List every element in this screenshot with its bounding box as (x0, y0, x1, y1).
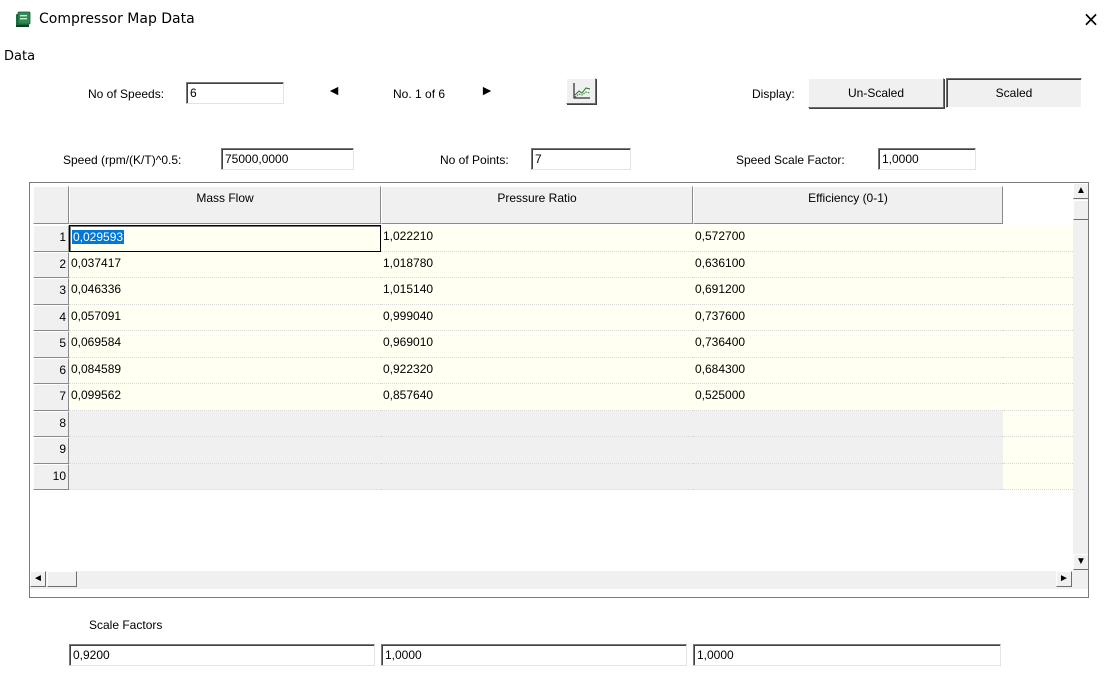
row-header[interactable]: 2 (33, 251, 69, 278)
table-cell[interactable]: 0,636100 (693, 251, 1003, 278)
table-cell[interactable]: 0,999040 (381, 304, 693, 331)
table-cell[interactable]: 0,084589 (69, 357, 381, 384)
table-cell[interactable]: 0,525000 (693, 384, 1003, 411)
column-header-efficiency[interactable]: Efficiency (0-1) (693, 186, 1003, 224)
table-cell[interactable]: 0,737600 (693, 304, 1003, 331)
table-cell[interactable]: 0,057091 (69, 304, 381, 331)
horizontal-scrollbar[interactable]: ◄ ► (30, 571, 1088, 589)
table-cell[interactable] (693, 410, 1003, 437)
row-header[interactable]: 5 (33, 331, 69, 358)
close-icon[interactable]: × (1080, 8, 1102, 30)
prev-speed-button[interactable]: ◄ (323, 80, 345, 102)
table-cell[interactable]: 0,037417 (69, 251, 381, 278)
app-book-icon (16, 11, 31, 27)
unscaled-button[interactable]: Un-Scaled (808, 78, 944, 108)
grid-corner (33, 186, 69, 224)
line-chart-icon (573, 83, 591, 99)
window-title: Compressor Map Data (39, 11, 195, 27)
table-cell-extra (1003, 384, 1073, 411)
vertical-scrollbar[interactable]: ▲ ▼ (1073, 183, 1088, 571)
column-header-mass-flow[interactable]: Mass Flow (69, 186, 381, 224)
row-header[interactable]: 10 (33, 463, 69, 490)
column-header-pressure-ratio[interactable]: Pressure Ratio (381, 186, 693, 224)
row-header[interactable]: 1 (33, 225, 69, 252)
selected-cell-text: 0,029593 (72, 230, 125, 244)
table-cell[interactable] (381, 437, 693, 464)
table-cell[interactable]: 0,922320 (381, 357, 693, 384)
table-cell[interactable] (693, 463, 1003, 490)
table-cell[interactable]: 0,736400 (693, 331, 1003, 358)
no-of-points-input[interactable]: 7 (531, 148, 631, 170)
table-cell-extra (1003, 410, 1073, 437)
table-cell[interactable]: 1,015140 (381, 278, 693, 305)
table-cell[interactable]: 0,029593 (69, 225, 381, 252)
table-cell[interactable]: 1,022210 (381, 225, 693, 252)
table-cell[interactable]: 0,099562 (69, 384, 381, 411)
table-cell[interactable]: 0,572700 (693, 225, 1003, 252)
scale-factor-efficiency-input[interactable]: 1,0000 (693, 644, 1001, 666)
no-of-points-label: No of Points: (440, 153, 509, 167)
speed-scale-factor-input[interactable]: 1,0000 (878, 148, 976, 170)
table-cell-extra (1003, 225, 1073, 252)
chart-button[interactable] (566, 78, 596, 104)
table-cell-extra (1003, 278, 1073, 305)
scroll-thumb[interactable] (1073, 200, 1088, 220)
menu-data[interactable]: Data (4, 49, 35, 64)
row-header[interactable]: 9 (33, 437, 69, 464)
next-speed-button[interactable]: ► (476, 80, 498, 102)
table-cell[interactable]: 0,857640 (381, 384, 693, 411)
row-header[interactable]: 3 (33, 278, 69, 305)
scroll-up-arrow[interactable]: ▲ (1073, 183, 1088, 199)
speed-input[interactable]: 75000,0000 (221, 148, 354, 170)
scale-factor-mass-flow-input[interactable]: 0,9200 (69, 644, 375, 666)
table-cell-extra (1003, 463, 1073, 490)
table-cell[interactable]: 0,069584 (69, 331, 381, 358)
table-cell[interactable] (69, 410, 381, 437)
no-of-speeds-label: No of Speeds: (88, 87, 165, 101)
table-cell[interactable] (693, 437, 1003, 464)
scroll-down-arrow[interactable]: ▼ (1073, 554, 1088, 570)
scroll-right-arrow[interactable]: ► (1056, 571, 1072, 587)
table-cell[interactable]: 0,691200 (693, 278, 1003, 305)
scale-factor-pressure-ratio-input[interactable]: 1,0000 (381, 644, 687, 666)
table-cell-extra (1003, 251, 1073, 278)
table-cell[interactable] (69, 437, 381, 464)
table-cell[interactable] (69, 463, 381, 490)
scaled-button[interactable]: Scaled (946, 78, 1082, 108)
no-of-speeds-input[interactable]: 6 (186, 82, 284, 104)
table-cell[interactable] (381, 463, 693, 490)
horizontal-scroll-thumb[interactable] (47, 571, 77, 587)
table-cell[interactable]: 1,018780 (381, 251, 693, 278)
table-cell-extra (1003, 331, 1073, 358)
table-cell[interactable]: 0,684300 (693, 357, 1003, 384)
table-cell[interactable]: 0,969010 (381, 331, 693, 358)
table-cell[interactable] (381, 410, 693, 437)
table-cell-extra (1003, 357, 1073, 384)
data-grid[interactable]: Mass Flow Pressure Ratio Efficiency (0-1… (29, 182, 1089, 598)
table-cell-extra (1003, 304, 1073, 331)
speed-label: Speed (rpm/(K/T)^0.5: (63, 153, 182, 167)
speed-scale-factor-label: Speed Scale Factor: (736, 153, 845, 167)
table-cell-extra (1003, 437, 1073, 464)
row-header[interactable]: 7 (33, 384, 69, 411)
row-header[interactable]: 8 (33, 410, 69, 437)
display-label: Display: (752, 87, 795, 101)
row-header[interactable]: 6 (33, 357, 69, 384)
row-header[interactable]: 4 (33, 304, 69, 331)
speed-page-indicator: No. 1 of 6 (393, 87, 446, 101)
table-cell[interactable]: 0,046336 (69, 278, 381, 305)
scale-factors-label: Scale Factors (89, 618, 163, 632)
scroll-left-arrow[interactable]: ◄ (30, 571, 46, 587)
